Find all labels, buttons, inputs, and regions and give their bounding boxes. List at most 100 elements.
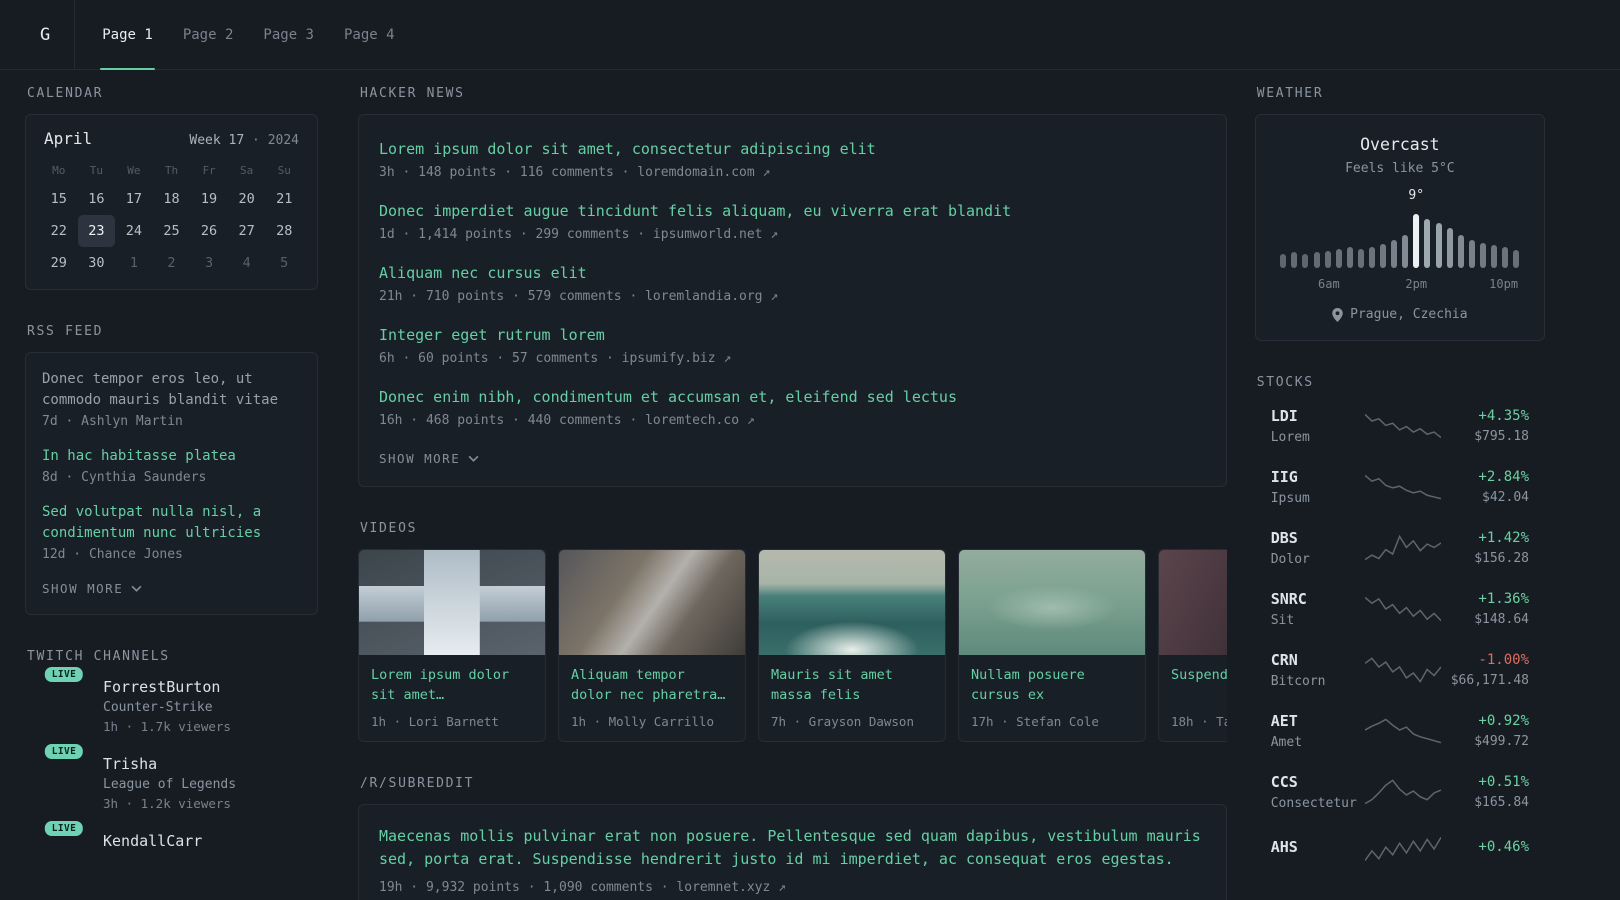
videos-widget: VIDEOS Lorem ipsum dolor sit amet consec… bbox=[358, 521, 1227, 742]
stock-row[interactable]: AHS +0.46% bbox=[1271, 834, 1529, 864]
day-header: Tu bbox=[89, 164, 103, 177]
stock-row[interactable]: DBS Dolor +1.42% $156.28 bbox=[1271, 529, 1529, 567]
hackernews-widget: HACKER NEWS Lorem ipsum dolor sit amet, … bbox=[358, 86, 1227, 487]
stock-name: Ipsum bbox=[1270, 491, 1310, 506]
video-card[interactable]: Suspendisse diam 18h · Tara bbox=[1158, 549, 1227, 742]
app-logo[interactable]: G bbox=[40, 25, 50, 45]
calendar-week-year: Week 17 · 2024 bbox=[189, 133, 299, 148]
section-title-hackernews: HACKER NEWS bbox=[360, 86, 465, 101]
tab-page-2[interactable]: Page 2 bbox=[168, 0, 249, 69]
stock-sparkline bbox=[1365, 777, 1441, 807]
calendar-day: 24 bbox=[125, 223, 143, 239]
hn-show-more-button[interactable]: SHOW MORE bbox=[379, 449, 479, 468]
stock-change: +0.46% bbox=[1478, 838, 1529, 855]
stock-name: Amet bbox=[1270, 735, 1303, 750]
hn-link[interactable]: Donec enim nibh, condimentum et accumsan… bbox=[379, 387, 1206, 408]
stock-values: +1.36% $148.64 bbox=[1451, 591, 1529, 627]
stock-symbol: CRN bbox=[1270, 651, 1298, 669]
rss-link[interactable]: Donec tempor eros leo, ut commodo mauris… bbox=[42, 369, 301, 411]
right-column: WEATHER Overcast Feels like 5°C 9° 6am 2p… bbox=[1254, 86, 1545, 898]
stock-sparkline bbox=[1365, 594, 1441, 624]
stock-sparkline bbox=[1365, 533, 1441, 563]
stock-change: +0.51% bbox=[1478, 774, 1529, 790]
live-badge: LIVE bbox=[42, 819, 86, 838]
stock-row[interactable]: IIG Ipsum +2.84% $42.04 bbox=[1271, 468, 1529, 506]
tab-page-3[interactable]: Page 3 bbox=[248, 0, 329, 69]
calendar-day: 16 bbox=[88, 191, 105, 207]
video-card[interactable]: Aliquam tempor dolor nec pharetra… 1h · … bbox=[558, 549, 746, 742]
weather-time-label: 2pm bbox=[1405, 277, 1428, 291]
channel-info: Trisha League of Legends 3h · 1.2k viewe… bbox=[103, 754, 236, 811]
day-header: Fr bbox=[202, 164, 216, 177]
hn-item: Donec imperdiet augue tincidunt felis al… bbox=[379, 201, 1206, 242]
stock-row[interactable]: SNRC Sit +1.36% $148.64 bbox=[1271, 590, 1529, 628]
hn-item: Donec enim nibh, condimentum et accumsan… bbox=[379, 387, 1206, 428]
stock-row[interactable]: CRN Bitcorn -1.00% $66,171.48 bbox=[1271, 651, 1529, 689]
stock-id: LDI Lorem bbox=[1271, 407, 1365, 445]
weather-bar-column bbox=[1380, 214, 1387, 268]
calendar-day-next-month: 5 bbox=[280, 255, 289, 271]
hn-link[interactable]: Donec imperdiet augue tincidunt felis al… bbox=[379, 201, 1206, 222]
video-body: Mauris sit amet massa felis 7h · Grayson… bbox=[759, 655, 945, 741]
hn-link[interactable]: Aliquam nec cursus elit bbox=[379, 263, 1206, 284]
video-thumbnail bbox=[559, 550, 745, 655]
subreddit-widget: /R/SUBREDDIT Maecenas mollis pulvinar er… bbox=[358, 776, 1227, 900]
weather-bar-column bbox=[1346, 214, 1353, 268]
stock-row[interactable]: CCS Consectetur +0.51% $165.84 bbox=[1271, 773, 1529, 811]
stock-row[interactable]: AET Amet +0.92% $499.72 bbox=[1271, 712, 1529, 750]
day-header: Sa bbox=[240, 164, 254, 177]
stock-values: +0.51% $165.84 bbox=[1451, 774, 1529, 810]
video-thumbnail bbox=[959, 550, 1145, 655]
hn-link[interactable]: Integer eget rutrum lorem bbox=[379, 325, 1206, 346]
section-title-weather: WEATHER bbox=[1256, 86, 1324, 101]
calendar-widget: CALENDAR April Week 17 · 2024 Mo Tu We T… bbox=[25, 86, 318, 290]
live-badge: LIVE bbox=[42, 665, 86, 684]
stock-row[interactable]: LDI Lorem +4.35% $795.18 bbox=[1271, 407, 1529, 445]
channel-game: Counter-Strike bbox=[103, 700, 213, 715]
reddit-post-link[interactable]: Maecenas mollis pulvinar erat non posuer… bbox=[379, 825, 1206, 872]
tab-page-1[interactable]: Page 1 bbox=[87, 0, 168, 70]
stock-sparkline bbox=[1365, 655, 1441, 685]
twitch-channel[interactable]: LIVE ForrestBurton Counter-Strike 1h · 1… bbox=[41, 665, 318, 734]
hn-meta[interactable]: 21h · 710 points · 579 comments · loreml… bbox=[379, 289, 1206, 304]
video-body: Lorem ipsum dolor sit amet consectetu… 1… bbox=[359, 655, 545, 741]
channel-meta: 1h · 1.7k viewers bbox=[103, 719, 231, 734]
rss-show-more-button[interactable]: SHOW MORE bbox=[42, 579, 142, 598]
weather-bar-column bbox=[1368, 214, 1375, 268]
video-body: Nullam posuere cursus ex 17h · Stefan Co… bbox=[959, 655, 1145, 741]
section-title-calendar: CALENDAR bbox=[27, 86, 104, 101]
weather-bar-column bbox=[1468, 214, 1475, 268]
video-title: Aliquam tempor dolor nec pharetra… bbox=[571, 667, 726, 703]
reddit-post-meta[interactable]: 19h · 9,932 points · 1,090 comments · lo… bbox=[379, 880, 1206, 895]
dashboard: CALENDAR April Week 17 · 2024 Mo Tu We T… bbox=[0, 70, 1620, 900]
hn-link[interactable]: Lorem ipsum dolor sit amet, consectetur … bbox=[379, 139, 1206, 160]
channel-name: ForrestBurton bbox=[103, 678, 221, 696]
video-thumbnail bbox=[759, 550, 945, 655]
stock-sparkline bbox=[1365, 716, 1441, 746]
weather-axis: 6am 2pm 10pm bbox=[1280, 277, 1520, 292]
weather-bar-column bbox=[1502, 214, 1509, 268]
hn-meta[interactable]: 6h · 60 points · 57 comments · ipsumify.… bbox=[379, 351, 1206, 366]
video-title: Nullam posuere cursus ex bbox=[971, 667, 1085, 703]
rss-item: In hac habitasse platea 8d · Cynthia Sau… bbox=[42, 446, 301, 485]
weather-bar-column bbox=[1313, 214, 1320, 268]
calendar-day: 27 bbox=[238, 223, 255, 239]
stock-price: $499.72 bbox=[1474, 734, 1529, 749]
hn-meta[interactable]: 3h · 148 points · 116 comments · loremdo… bbox=[379, 165, 1206, 180]
stock-values: +4.35% $795.18 bbox=[1451, 408, 1529, 444]
hn-meta[interactable]: 1d · 1,414 points · 299 comments · ipsum… bbox=[379, 227, 1206, 242]
twitch-channel[interactable]: LIVE Trisha League of Legends 3h · 1.2k … bbox=[41, 742, 318, 811]
twitch-channel[interactable]: LIVE KendallCarr bbox=[41, 819, 318, 850]
top-nav: G Page 1 Page 2 Page 3 Page 4 bbox=[0, 0, 1620, 70]
video-card[interactable]: Mauris sit amet massa felis 7h · Grayson… bbox=[758, 549, 946, 742]
rss-link[interactable]: In hac habitasse platea bbox=[42, 446, 301, 467]
hn-meta[interactable]: 16h · 468 points · 440 comments · loremt… bbox=[379, 413, 1206, 428]
rss-link[interactable]: Sed volutpat nulla nisl, a condimentum n… bbox=[42, 502, 301, 544]
stock-id: SNRC Sit bbox=[1271, 590, 1365, 628]
day-header: Mo bbox=[52, 164, 66, 177]
day-header: Su bbox=[277, 164, 291, 177]
video-card[interactable]: Nullam posuere cursus ex 17h · Stefan Co… bbox=[958, 549, 1146, 742]
video-card[interactable]: Lorem ipsum dolor sit amet consectetu… 1… bbox=[358, 549, 546, 742]
weather-bar-column bbox=[1412, 214, 1420, 268]
tab-page-4[interactable]: Page 4 bbox=[329, 0, 410, 69]
